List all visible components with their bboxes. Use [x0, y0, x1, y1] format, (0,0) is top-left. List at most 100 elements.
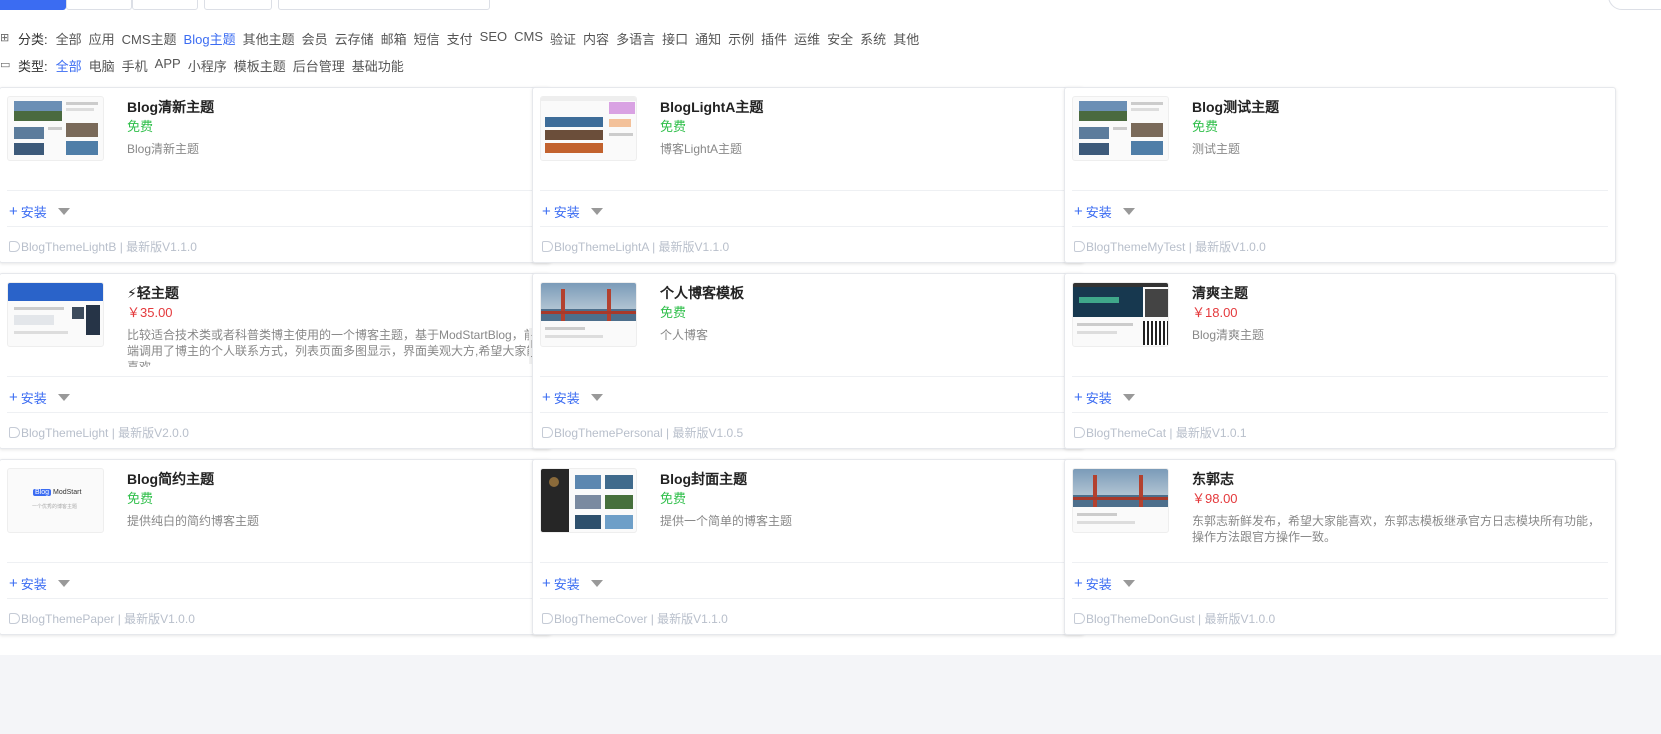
- theme-price: 免费: [127, 119, 154, 134]
- install-button[interactable]: + 安装: [1074, 388, 1112, 407]
- category-item-7[interactable]: 邮箱: [381, 29, 407, 48]
- theme-title[interactable]: 东郭志: [1192, 469, 1234, 489]
- type-item-1[interactable]: 电脑: [89, 56, 115, 75]
- theme-price: ￥98.00: [1192, 491, 1238, 506]
- category-item-10[interactable]: SEO: [480, 29, 507, 48]
- category-item-13[interactable]: 内容: [583, 29, 609, 48]
- theme-card: Blog测试主题 免费 测试主题 + 安装 BlogThemeMyTest | 最新版V1…: [1064, 87, 1616, 263]
- type-item-6[interactable]: 后台管理: [293, 56, 345, 75]
- theme-card: Blog清新主题 免费 Blog清新主题 + 安装 BlogThemeLightB | 最…: [0, 87, 551, 263]
- theme-thumbnail[interactable]: [1072, 282, 1169, 347]
- theme-title[interactable]: Blog简约主题: [127, 469, 214, 489]
- category-item-16[interactable]: 通知: [695, 29, 721, 48]
- theme-description: 东郭志新鲜发布，希望大家能喜欢，东郭志模板继承官方日志模块所有功能，操作方法跟官…: [1192, 514, 1601, 544]
- divider: [540, 190, 1076, 191]
- category-item-6[interactable]: 云存储: [335, 29, 374, 48]
- install-button[interactable]: + 安装: [9, 574, 47, 593]
- type-item-2[interactable]: 手机: [122, 56, 148, 75]
- type-item-0[interactable]: 全部: [56, 56, 82, 75]
- theme-thumbnail[interactable]: [1072, 96, 1169, 161]
- install-dropdown-caret-icon[interactable]: [58, 580, 70, 587]
- type-item-7[interactable]: 基础功能: [352, 56, 404, 75]
- primary-button[interactable]: [0, 0, 66, 10]
- category-item-3[interactable]: Blog主题: [184, 29, 236, 48]
- divider: [7, 562, 543, 563]
- page: ⊞ 分类: 全部 应用 CMS主题 Blog主题 其他主题 会员 云存储 邮箱 短信 支付 SEO C…: [0, 0, 1661, 734]
- toolbar-button[interactable]: [1608, 0, 1661, 10]
- theme-title[interactable]: BlogLightA主题: [660, 97, 763, 117]
- category-item-9[interactable]: 支付: [447, 29, 473, 48]
- install-dropdown-caret-icon[interactable]: [58, 394, 70, 401]
- theme-thumbnail[interactable]: Blog ModStart 一个优秀的博客主题: [7, 468, 104, 533]
- category-item-14[interactable]: 多语言: [616, 29, 655, 48]
- theme-thumbnail[interactable]: [540, 96, 637, 161]
- theme-card: ⚡轻主题 ￥35.00 比较适合技术类或者科普类博主使用的一个博客主题，基于ModS…: [0, 273, 551, 449]
- install-dropdown-caret-icon[interactable]: [591, 394, 603, 401]
- install-button[interactable]: + 安装: [542, 574, 580, 593]
- type-item-4[interactable]: 小程序: [188, 56, 227, 75]
- theme-title[interactable]: Blog清新主题: [127, 97, 214, 117]
- theme-title[interactable]: Blog封面主题: [660, 469, 747, 489]
- tag-icon: [9, 613, 20, 624]
- install-dropdown-caret-icon[interactable]: [1123, 394, 1135, 401]
- theme-card: 东郭志 ￥98.00 东郭志新鲜发布，希望大家能喜欢，东郭志模板继承官方日志模块所有…: [1064, 459, 1616, 635]
- divider: [7, 226, 543, 227]
- toolbar-button[interactable]: [204, 0, 272, 10]
- install-dropdown-caret-icon[interactable]: [1123, 208, 1135, 215]
- tag-icon: [9, 241, 20, 252]
- install-button[interactable]: + 安装: [9, 202, 47, 221]
- theme-thumbnail[interactable]: [540, 282, 637, 347]
- install-dropdown-caret-icon[interactable]: [1123, 580, 1135, 587]
- theme-title[interactable]: Blog测试主题: [1192, 97, 1279, 117]
- divider: [540, 412, 1076, 413]
- theme-title[interactable]: ⚡轻主题: [127, 283, 179, 303]
- category-item-21[interactable]: 系统: [860, 29, 886, 48]
- install-button[interactable]: + 安装: [9, 388, 47, 407]
- tag-icon: [542, 241, 553, 252]
- tag-icon: [542, 427, 553, 438]
- theme-thumbnail[interactable]: [1072, 468, 1169, 533]
- theme-price: ￥18.00: [1192, 305, 1238, 320]
- category-item-17[interactable]: 示例: [728, 29, 754, 48]
- category-item-1[interactable]: 应用: [89, 29, 115, 48]
- divider: [540, 226, 1076, 227]
- category-item-4[interactable]: 其他主题: [243, 29, 295, 48]
- search-input[interactable]: [278, 0, 490, 10]
- tag-icon: [1074, 613, 1085, 624]
- theme-description: 提供纯白的简约博客主题: [127, 514, 260, 528]
- toolbar-button[interactable]: [66, 0, 132, 10]
- category-item-2[interactable]: CMS主题: [122, 29, 177, 48]
- category-item-0[interactable]: 全部: [56, 29, 82, 48]
- install-label: 安装: [20, 391, 47, 406]
- theme-module-version: BlogThemeLightB | 最新版V1.1.0: [21, 240, 197, 254]
- theme-thumbnail[interactable]: [7, 282, 104, 347]
- install-button[interactable]: + 安装: [542, 202, 580, 221]
- category-item-19[interactable]: 运维: [794, 29, 820, 48]
- install-button[interactable]: + 安装: [1074, 574, 1112, 593]
- category-item-20[interactable]: 安全: [827, 29, 853, 48]
- install-dropdown-caret-icon[interactable]: [58, 208, 70, 215]
- divider: [1072, 376, 1608, 377]
- category-item-22[interactable]: 其他: [893, 29, 919, 48]
- theme-title[interactable]: 个人博客模板: [660, 283, 744, 303]
- install-button[interactable]: + 安装: [542, 388, 580, 407]
- theme-thumbnail[interactable]: [7, 96, 104, 161]
- theme-footer: BlogThemeLightA | 最新版V1.1.0: [542, 238, 729, 255]
- type-item-3[interactable]: APP: [155, 56, 181, 75]
- category-item-18[interactable]: 插件: [761, 29, 787, 48]
- toolbar-button[interactable]: [132, 0, 198, 10]
- theme-footer: BlogThemeCover | 最新版V1.1.0: [542, 610, 728, 627]
- theme-title[interactable]: 清爽主题: [1192, 283, 1248, 303]
- install-dropdown-caret-icon[interactable]: [591, 580, 603, 587]
- category-item-11[interactable]: CMS: [514, 29, 543, 48]
- install-button[interactable]: + 安装: [1074, 202, 1112, 221]
- tag-icon: [9, 427, 20, 438]
- category-item-8[interactable]: 短信: [414, 29, 440, 48]
- category-item-12[interactable]: 验证: [550, 29, 576, 48]
- category-item-15[interactable]: 接口: [662, 29, 688, 48]
- category-item-5[interactable]: 会员: [302, 29, 328, 48]
- plus-icon: +: [1074, 575, 1083, 592]
- type-item-5[interactable]: 模板主题: [234, 56, 286, 75]
- install-dropdown-caret-icon[interactable]: [591, 208, 603, 215]
- theme-thumbnail[interactable]: [540, 468, 637, 533]
